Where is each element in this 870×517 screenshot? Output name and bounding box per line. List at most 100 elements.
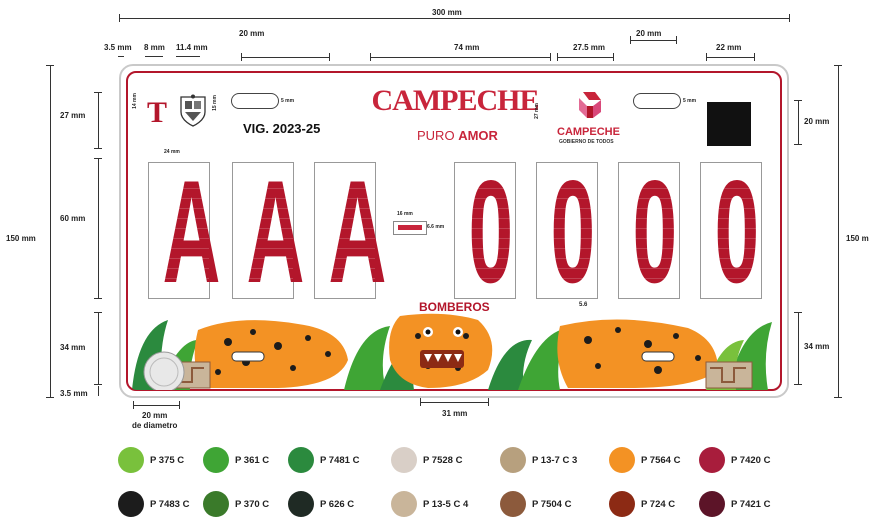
dim-16mm: 16 mm [397, 211, 413, 217]
license-plate: T 14 mm 15 mm VIG. 2023-25 5 mm CAMPECHE… [119, 64, 789, 398]
swatch-color-dot [288, 491, 314, 517]
dim-total-height-left: 150 mm [6, 234, 36, 243]
swatch-color-dot [699, 491, 725, 517]
dim-27mm-inner: 27 mm [534, 103, 540, 119]
plate-character-5: 0 [536, 162, 598, 299]
dim-3-5mm-bottom: 3.5 mm [60, 389, 88, 398]
swatch-color-dot [118, 491, 144, 517]
slogan: PURO AMOR [417, 128, 498, 143]
swatch-color-dot [203, 491, 229, 517]
dim-20mm-right-side: 20 mm [804, 117, 829, 126]
swatch-label: P 7421 C [731, 499, 770, 510]
swatch-label: P 370 C [235, 499, 269, 510]
swatch-label: P 7528 C [423, 455, 462, 466]
plate-character-3: A [314, 162, 376, 299]
dim-3-5mm: 3.5 mm [104, 43, 132, 52]
swatch-color-dot [391, 491, 417, 517]
swatch-p724c: P 724 C [609, 491, 675, 517]
swatch-label: P 375 C [150, 455, 184, 466]
dim-diameter-label: de diametro [132, 421, 177, 430]
swatch-label: P 7564 C [641, 455, 680, 466]
dim-22mm: 22 mm [716, 43, 741, 52]
swatch-p7528c: P 7528 C [391, 447, 462, 473]
plate-character-7: 0 [700, 162, 762, 299]
dim-5mm-right: 5 mm [683, 98, 696, 104]
slogan-thin: PURO [417, 128, 455, 143]
character-glyph: A [329, 163, 362, 298]
swatch-label: P 7483 C [150, 499, 189, 510]
dim-8mm: 8 mm [144, 43, 165, 52]
swatch-color-dot [699, 447, 725, 473]
swatch-p7483c: P 7483 C [118, 491, 189, 517]
government-logo-icon [565, 88, 617, 124]
dim-20mm-left: 20 mm [239, 29, 264, 38]
swatch-p375c: P 375 C [118, 447, 184, 473]
plate-character-6: 0 [618, 162, 680, 299]
security-code-square [707, 102, 751, 146]
swatch-p361c: P 361 C [203, 447, 269, 473]
swatch-color-dot [500, 491, 526, 517]
swatch-label: P 361 C [235, 455, 269, 466]
swatch-p7420c: P 7420 C [699, 447, 770, 473]
swatch-p13-5c4: P 13-5 C 4 [391, 491, 468, 517]
swatch-label: P 7504 C [532, 499, 571, 510]
plate-character-1: A [148, 162, 210, 299]
dim-60mm: 60 mm [60, 214, 85, 223]
vehicle-type-letter: T [147, 96, 167, 130]
swatch-label: P 626 C [320, 499, 354, 510]
dim-27mm-left: 27 mm [60, 111, 85, 120]
validity-text: VIG. 2023-25 [243, 121, 320, 136]
dim-15mm: 15 mm [212, 95, 218, 111]
separator-dash [398, 225, 422, 230]
swatch-label: P 13-7 C 3 [532, 455, 577, 466]
government-name: CAMPECHE [557, 126, 620, 138]
swatch-label: P 7481 C [320, 455, 359, 466]
swatch-color-dot [118, 447, 144, 473]
swatch-color-dot [203, 447, 229, 473]
character-glyph: A [247, 163, 280, 298]
plate-character-4: 0 [454, 162, 516, 299]
dim-5mm-left: 5 mm [281, 98, 294, 104]
swatch-color-dot [609, 447, 635, 473]
swatch-p7481c: P 7481 C [288, 447, 359, 473]
character-glyph: 0 [633, 163, 666, 298]
dim-20mm-diameter: 20 mm [142, 411, 167, 420]
swatch-color-dot [288, 447, 314, 473]
coat-of-arms-icon [179, 94, 207, 128]
dim-27-5mm: 27.5 mm [573, 43, 605, 52]
dim-total-height-right: 150 m [846, 234, 869, 243]
separator-frame [393, 221, 427, 235]
dim-total-width: 300 mm [432, 8, 462, 17]
mounting-slot-left [231, 93, 279, 109]
mounting-slot-right [633, 93, 681, 109]
dim-11-4mm: 11.4 mm [176, 43, 208, 52]
swatch-p7504c: P 7504 C [500, 491, 571, 517]
dim-14mm: 14 mm [132, 93, 138, 109]
dim-5-6: 5.6 [579, 302, 587, 308]
dim-20mm-right: 20 mm [636, 29, 661, 38]
government-slogan: GOBIERNO DE TODOS [559, 139, 614, 145]
dim-6-6mm: 6.6 mm [427, 224, 444, 230]
character-glyph: 0 [715, 163, 748, 298]
swatch-label: P 7420 C [731, 455, 770, 466]
character-glyph: A [163, 163, 196, 298]
plate-character-2: A [232, 162, 294, 299]
swatch-color-dot [609, 491, 635, 517]
swatch-p7564c: P 7564 C [609, 447, 680, 473]
swatch-p7421c: P 7421 C [699, 491, 770, 517]
character-glyph: 0 [551, 163, 584, 298]
state-name-logo: CAMPECHE [371, 84, 539, 118]
dim-34mm-left: 34 mm [60, 343, 85, 352]
swatch-color-dot [500, 447, 526, 473]
swatch-p626c: P 626 C [288, 491, 354, 517]
swatch-p370c: P 370 C [203, 491, 269, 517]
character-glyph: 0 [469, 163, 502, 298]
swatch-color-dot [391, 447, 417, 473]
dim-31mm: 31 mm [442, 409, 467, 418]
swatch-p13-7c3: P 13-7 C 3 [500, 447, 577, 473]
dim-74mm: 74 mm [454, 43, 479, 52]
swatch-label: P 724 C [641, 499, 675, 510]
dim-34mm-right: 34 mm [804, 342, 829, 351]
jaguar-artwork-band [128, 310, 780, 390]
slogan-bold: AMOR [458, 128, 498, 143]
